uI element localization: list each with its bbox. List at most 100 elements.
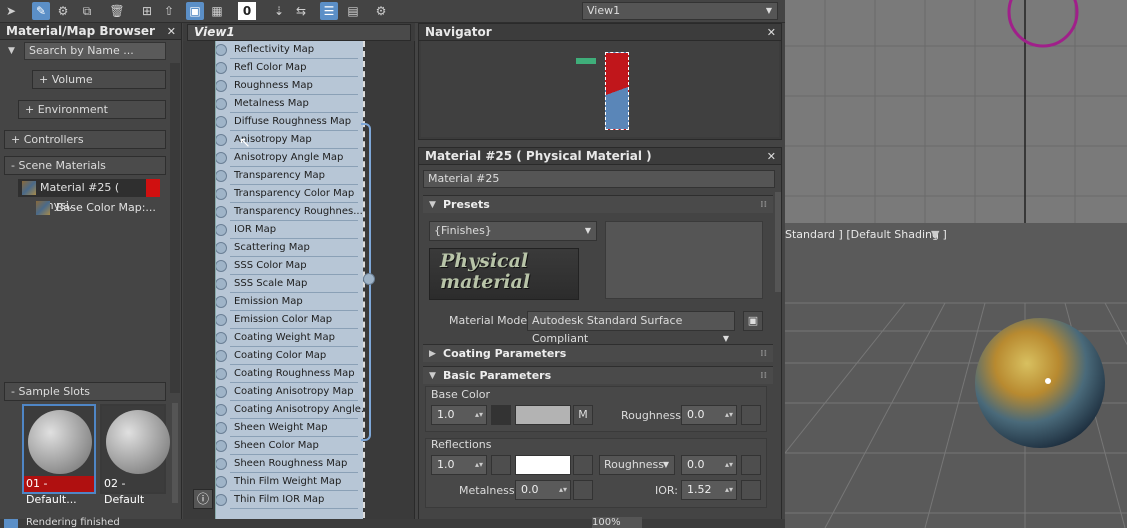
refl-roughness-spinner[interactable]: 0.0 ▴▾ xyxy=(681,455,737,475)
search-input[interactable]: Search by Name ... xyxy=(24,42,166,60)
show-shaded-icon[interactable]: ▣ xyxy=(186,2,204,20)
base-color-map-button[interactable]: M xyxy=(573,405,593,425)
node-slot[interactable]: Sheen Roughness Map xyxy=(216,455,364,473)
refl-weight-spinner[interactable]: 1.0 ▴▾ xyxy=(431,455,487,475)
input-socket-icon[interactable] xyxy=(216,242,227,254)
rollout-coating[interactable]: ▶ Coating Parameters ⁞⁞ xyxy=(423,344,773,362)
group-sample-slots[interactable]: - Sample Slots xyxy=(4,382,166,401)
go-sibling-icon[interactable]: ⇆ xyxy=(292,2,310,20)
input-socket-icon[interactable] xyxy=(216,296,227,308)
base-color-swatch[interactable] xyxy=(515,405,571,425)
zoom-level[interactable]: 100% xyxy=(592,517,642,528)
show-map-icon[interactable]: ▦ xyxy=(208,2,226,20)
paint-icon[interactable]: ⚙ xyxy=(54,2,72,20)
ior-map-button[interactable] xyxy=(741,480,761,500)
group-volume[interactable]: + Volume xyxy=(32,70,166,89)
node-slot[interactable]: Coating Roughness Map xyxy=(216,365,364,383)
sample-slot[interactable]: 01 - Default... xyxy=(22,404,96,506)
close-icon[interactable]: ✕ xyxy=(167,23,176,40)
sample-slot[interactable]: 02 - Default xyxy=(100,404,170,506)
node-slot[interactable]: Coating Color Map xyxy=(216,347,364,365)
node-slot[interactable]: Roughness Map xyxy=(216,77,364,95)
input-socket-icon[interactable] xyxy=(216,170,227,182)
rollout-basic[interactable]: ▼ Basic Parameters ⁞⁞ xyxy=(423,366,773,384)
material-mode-dropdown[interactable]: Autodesk Standard Surface Compliant ▼ xyxy=(527,311,735,345)
input-socket-icon[interactable] xyxy=(216,134,227,146)
node-slot[interactable]: Refl Color Map xyxy=(216,59,364,77)
base-weight-spinner[interactable]: 1.0 ▴▾ xyxy=(431,405,487,425)
move-children-icon[interactable]: ⇧ xyxy=(160,2,178,20)
ior-spinner[interactable]: 1.52 ▴▾ xyxy=(681,480,737,500)
node-slot[interactable]: Sheen Weight Map xyxy=(216,419,364,437)
material-node[interactable]: Reflectivity Map Refl Color Map Roughness … xyxy=(215,41,364,528)
roughness-map-button[interactable] xyxy=(741,405,761,425)
input-socket-icon[interactable] xyxy=(216,224,227,236)
node-slot[interactable]: Diffuse Roughness Map xyxy=(216,113,364,131)
node-slot[interactable]: Transparency Roughnes... xyxy=(216,203,364,221)
tab-view1[interactable]: View1 xyxy=(187,24,411,41)
select-arrow-icon[interactable]: ➤ xyxy=(2,2,20,20)
view-select[interactable]: View1 ▼ xyxy=(582,2,778,20)
node-slot[interactable]: Transparency Map xyxy=(216,167,364,185)
group-scene-materials[interactable]: - Scene Materials xyxy=(4,156,166,175)
navigator-view[interactable] xyxy=(421,41,779,137)
render-options-icon[interactable]: ⚙ xyxy=(372,2,390,20)
input-socket-icon[interactable] xyxy=(216,332,227,344)
presets-dropdown[interactable]: {Finishes} ▼ xyxy=(429,221,597,241)
viewport-perspective[interactable]: Standard ] [Default Shading ] ▼ xyxy=(785,223,1127,528)
rollout-presets[interactable]: ▼ Presets ⁞⁞ xyxy=(423,195,773,213)
info-icon[interactable]: ⓘ xyxy=(193,489,213,509)
browser-scrollbar[interactable] xyxy=(170,63,180,393)
refl-roughness-map-button[interactable] xyxy=(741,455,761,475)
assign-icon[interactable]: ⧉ xyxy=(78,2,96,20)
input-socket-icon[interactable] xyxy=(216,386,227,398)
refl-color-swatch[interactable] xyxy=(515,455,571,475)
input-socket-icon[interactable] xyxy=(216,440,227,452)
pick-material-icon[interactable]: ✎ xyxy=(32,2,50,20)
refl-weight-map-button[interactable] xyxy=(491,455,511,475)
node-slot[interactable]: Emission Color Map xyxy=(216,311,364,329)
hide-unused-icon[interactable]: ▤ xyxy=(344,2,362,20)
scene-map-item[interactable]: Base Color Map:... xyxy=(26,199,160,217)
node-slot[interactable]: Anisotropy Angle Map xyxy=(216,149,364,167)
refl-mode-dropdown[interactable]: Roughness ▼ xyxy=(599,455,675,475)
input-socket-icon[interactable] xyxy=(216,260,227,272)
textured-sphere[interactable] xyxy=(975,318,1105,448)
go-parent-icon[interactable]: ⇣ xyxy=(270,2,288,20)
node-slot[interactable]: Transparency Color Map xyxy=(216,185,364,203)
roughness-spinner[interactable]: 0.0 ▴▾ xyxy=(681,405,737,425)
input-socket-icon[interactable] xyxy=(216,350,227,362)
node-slot[interactable]: Thin Film IOR Map xyxy=(216,491,364,509)
node-slot[interactable]: SSS Color Map xyxy=(216,257,364,275)
close-icon[interactable]: ✕ xyxy=(767,24,776,41)
refl-color-map-button[interactable] xyxy=(573,455,593,475)
input-socket-icon[interactable] xyxy=(216,422,227,434)
node-slot[interactable]: Metalness Map xyxy=(216,95,364,113)
input-socket-icon[interactable] xyxy=(216,494,227,506)
input-socket-icon[interactable] xyxy=(216,152,227,164)
metalness-map-button[interactable] xyxy=(573,480,593,500)
params-scrollbar[interactable] xyxy=(775,192,781,292)
options-triangle-icon[interactable]: ▼ xyxy=(8,46,15,56)
node-slot[interactable]: IOR Map xyxy=(216,221,364,239)
input-socket-icon[interactable] xyxy=(216,458,227,470)
input-socket-icon[interactable] xyxy=(216,476,227,488)
node-slot[interactable]: Sheen Color Map xyxy=(216,437,364,455)
show-background-icon[interactable]: ☰ xyxy=(320,2,338,20)
metalness-spinner[interactable]: 0.0 ▴▾ xyxy=(515,480,571,500)
input-socket-icon[interactable] xyxy=(216,368,227,380)
node-slot[interactable]: SSS Scale Map xyxy=(216,275,364,293)
base-weight-map-button[interactable] xyxy=(491,405,511,425)
save-icon[interactable]: ▣ xyxy=(743,311,763,331)
navigator-viewport-frame[interactable] xyxy=(605,52,629,130)
material-name-field[interactable]: Material #25 xyxy=(423,170,775,188)
layout-icon[interactable]: ⊞ xyxy=(138,2,156,20)
node-slot[interactable]: Reflectivity Map xyxy=(216,41,364,59)
input-socket-icon[interactable] xyxy=(216,188,227,200)
node-slot[interactable]: Coating Anisotropy Map xyxy=(216,383,364,401)
input-socket-icon[interactable] xyxy=(216,404,227,416)
scene-material-item[interactable]: Material #25 ( Physi... xyxy=(18,179,160,212)
output-socket[interactable] xyxy=(363,273,375,285)
node-slot[interactable]: Emission Map xyxy=(216,293,364,311)
input-socket-icon[interactable] xyxy=(216,206,227,218)
